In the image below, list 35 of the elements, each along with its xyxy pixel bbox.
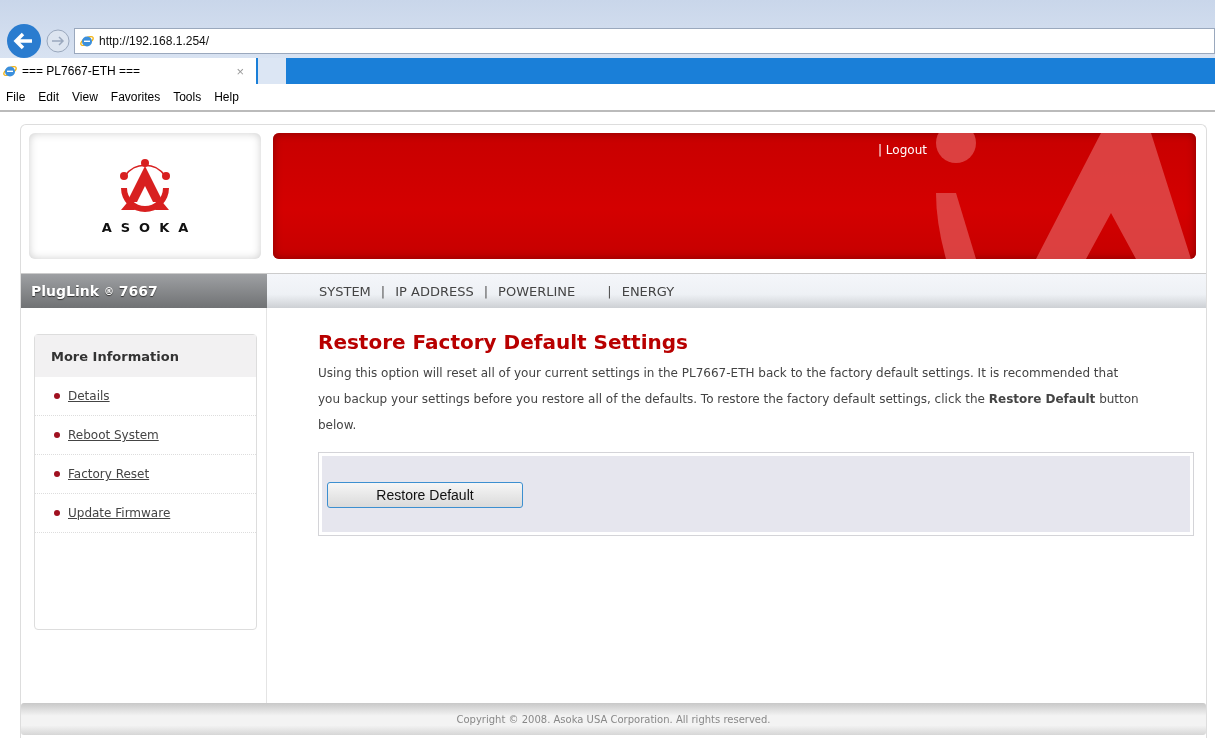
copyright-text: Copyright © 2008. Asoka USA Corporation. All rights reserved. xyxy=(456,713,771,725)
bullet-icon xyxy=(54,432,60,438)
menu-item[interactable]: Tools xyxy=(173,90,202,104)
menu-item[interactable]: File xyxy=(6,90,26,104)
sidebar-link[interactable]: Update Firmware xyxy=(68,506,171,520)
sidebar-title: More Information xyxy=(35,335,256,377)
menu-item[interactable]: Edit xyxy=(38,90,60,104)
bullet-icon xyxy=(54,471,60,477)
nav-tab[interactable]: IP ADDRESS xyxy=(395,283,474,299)
nav-separator: | xyxy=(380,283,386,299)
forward-button[interactable] xyxy=(46,29,70,53)
address-field[interactable]: http://192.168.1.254/ xyxy=(74,28,1215,54)
logout-link[interactable]: | Logout xyxy=(878,143,927,157)
sidebar-link[interactable]: Reboot System xyxy=(68,428,159,442)
logo-text: ASOKA xyxy=(100,219,198,235)
bullet-icon xyxy=(54,393,60,399)
nav-tab[interactable]: SYSTEM xyxy=(319,283,371,299)
back-button[interactable] xyxy=(6,23,42,59)
description-text: Using this option will reset all of your current settings in the PL7667-ETH back to the factory default settings. It is recommended that you backup your settings before you restore all of the defaults. To restore the factory default settings, click the Restore Default button below. xyxy=(318,365,1140,434)
nav-tab[interactable]: POWERLINE xyxy=(498,283,598,299)
menu-item[interactable]: Favorites xyxy=(110,90,161,104)
menu-item[interactable]: View xyxy=(72,90,98,104)
browser-logo-icon xyxy=(79,33,95,49)
page-title: Restore Factory Default Settings xyxy=(318,330,689,354)
bullet-icon xyxy=(54,510,60,516)
new-tab-button[interactable] xyxy=(258,58,286,84)
nav-tab[interactable]: ENERGY xyxy=(621,283,675,299)
sidebar-link[interactable]: Factory Reset xyxy=(68,467,150,481)
browser-tab[interactable]: === PL7667-ETH === × xyxy=(0,58,256,84)
browser-logo-icon xyxy=(2,63,18,79)
sidebar-link[interactable]: Details xyxy=(68,389,110,403)
restore-default-button[interactable]: Restore Default xyxy=(327,482,523,508)
menu-item[interactable]: Help xyxy=(214,90,239,104)
nav-separator: | xyxy=(483,283,489,299)
nav-separator: | xyxy=(607,283,612,299)
